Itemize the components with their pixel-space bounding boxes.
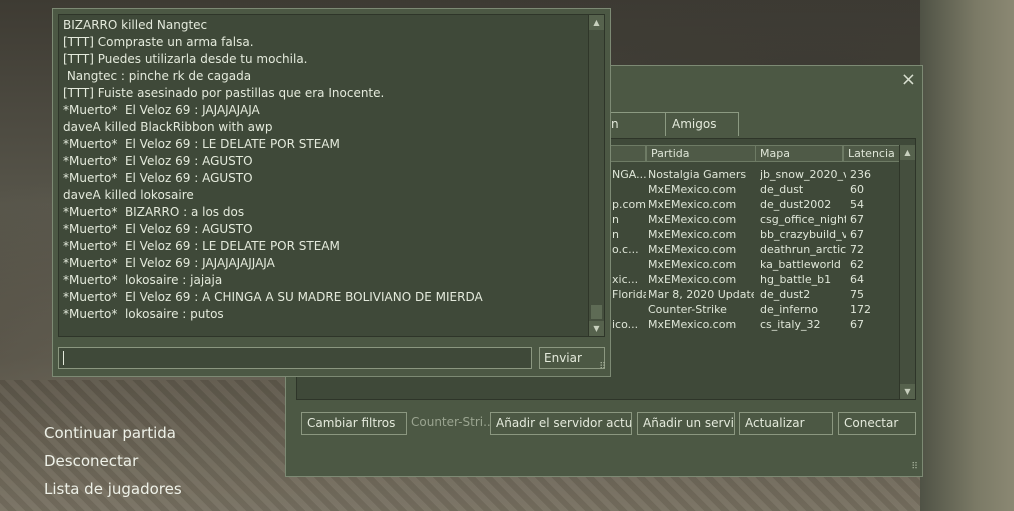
server-map: deathrun_arctic xyxy=(760,243,846,256)
chat-input[interactable] xyxy=(58,347,532,369)
add-server-button[interactable]: Añadir un servi... xyxy=(637,412,735,435)
server-map: csg_office_night xyxy=(760,213,846,226)
tab-friends[interactable]: Amigos xyxy=(665,112,739,136)
chat-line: *Muerto* El Veloz 69 : LE DELATE POR STE… xyxy=(63,137,340,151)
server-name: NGA... xyxy=(612,168,646,181)
chat-line: [TTT] Compraste un arma falsa. xyxy=(63,35,254,49)
column-header-game[interactable]: Partida xyxy=(646,145,756,162)
server-game: MxEMexico.com xyxy=(648,273,737,286)
chat-line: *Muerto* El Veloz 69 : JAJAJAJAJJAJA xyxy=(63,256,275,270)
send-button[interactable]: Enviar xyxy=(539,347,605,369)
server-latency: 172 xyxy=(850,303,871,316)
scroll-up-icon[interactable]: ▲ xyxy=(589,15,604,30)
server-name: p.com xyxy=(612,198,646,211)
server-game: Mar 8, 2020 Update xyxy=(648,288,754,301)
menu-continue-game[interactable]: Continuar partida xyxy=(44,424,176,442)
column-header-map[interactable]: Mapa xyxy=(755,145,843,162)
server-latency: 64 xyxy=(850,273,864,286)
server-latency: 72 xyxy=(850,243,864,256)
server-latency: 67 xyxy=(850,228,864,241)
refresh-button[interactable]: Actualizar xyxy=(739,412,833,435)
chat-line: *Muerto* El Veloz 69 : A CHINGA A SU MAD… xyxy=(63,290,483,304)
server-name: o.c... xyxy=(612,243,639,256)
scroll-down-icon[interactable]: ▼ xyxy=(589,321,604,336)
server-game: MxEMexico.com xyxy=(648,198,737,211)
server-game: MxEMexico.com xyxy=(648,213,737,226)
scroll-down-icon[interactable]: ▼ xyxy=(900,384,915,399)
column-header-latency[interactable]: Latencia xyxy=(843,145,901,162)
add-current-server-button[interactable]: Añadir el servidor actual xyxy=(490,412,632,435)
server-name: ico... xyxy=(612,318,639,331)
chat-line: Nangtec : pinche rk de cagada xyxy=(63,69,252,83)
chat-line: *Muerto* El Veloz 69 : AGUSTO xyxy=(63,171,253,185)
menu-player-list[interactable]: Lista de jugadores xyxy=(44,480,182,498)
scroll-thumb[interactable] xyxy=(591,305,602,319)
tab-partial[interactable]: n xyxy=(604,112,666,136)
chat-line: *Muerto* lokosaire : jajaja xyxy=(63,273,223,287)
chat-line: *Muerto* El Veloz 69 : AGUSTO xyxy=(63,222,253,236)
server-map: cs_italy_32 xyxy=(760,318,821,331)
server-name: n xyxy=(612,213,619,226)
server-map: hg_battle_b1 xyxy=(760,273,832,286)
server-game: MxEMexico.com xyxy=(648,243,737,256)
server-game: MxEMexico.com xyxy=(648,258,737,271)
change-filters-button[interactable]: Cambiar filtros xyxy=(301,412,407,435)
server-latency: 75 xyxy=(850,288,864,301)
column-header-name[interactable] xyxy=(610,145,646,162)
chat-line: [TTT] Fuiste asesinado por pastillas que… xyxy=(63,86,385,100)
chat-scrollbar[interactable]: ▲ ▼ xyxy=(588,15,604,336)
server-latency: 67 xyxy=(850,318,864,331)
chat-line: *Muerto* El Veloz 69 : AGUSTO xyxy=(63,154,253,168)
close-icon[interactable]: × xyxy=(901,71,916,89)
chat-window: BIZARRO killed Nangtec [TTT] Compraste un… xyxy=(52,8,611,377)
resize-grip-icon[interactable]: ⠿ xyxy=(911,462,918,472)
chat-line: *Muerto* El Veloz 69 : LE DELATE POR STE… xyxy=(63,239,340,253)
server-map: ka_battleworld xyxy=(760,258,841,271)
server-name: n xyxy=(612,228,619,241)
server-game: Counter-Strike xyxy=(648,303,727,316)
server-map: de_inferno xyxy=(760,303,818,316)
chat-messages: BIZARRO killed Nangtec [TTT] Compraste un… xyxy=(63,17,583,323)
text-caret xyxy=(63,351,64,365)
server-game: Nostalgia Gamers xyxy=(648,168,747,181)
connect-button[interactable]: Conectar xyxy=(838,412,916,435)
server-game: MxEMexico.com xyxy=(648,228,737,241)
server-map: de_dust2002 xyxy=(760,198,832,211)
server-latency: 60 xyxy=(850,183,864,196)
resize-grip-icon[interactable]: ⠿ xyxy=(599,362,606,372)
chat-line: daveA killed lokosaire xyxy=(63,188,194,202)
server-list-scrollbar[interactable]: ▲ ▼ xyxy=(899,145,915,399)
server-name: Florida xyxy=(612,288,646,301)
server-latency: 62 xyxy=(850,258,864,271)
server-map: jb_snow_2020_v5 xyxy=(760,168,846,181)
server-map: de_dust xyxy=(760,183,804,196)
chat-log: BIZARRO killed Nangtec [TTT] Compraste un… xyxy=(58,14,605,337)
game-filter-label: Counter-Stri... xyxy=(411,415,491,429)
server-latency: 54 xyxy=(850,198,864,211)
server-game: MxEMexico.com xyxy=(648,318,737,331)
chat-line: *Muerto* El Veloz 69 : JAJAJAJAJA xyxy=(63,103,260,117)
server-name: xic... xyxy=(612,273,639,286)
chat-line: *Muerto* lokosaire : putos xyxy=(63,307,224,321)
scroll-up-icon[interactable]: ▲ xyxy=(900,145,915,160)
server-latency: 236 xyxy=(850,168,871,181)
chat-line: [TTT] Puedes utilizarla desde tu mochila… xyxy=(63,52,308,66)
server-latency: 67 xyxy=(850,213,864,226)
chat-line: BIZARRO killed Nangtec xyxy=(63,18,208,32)
menu-disconnect[interactable]: Desconectar xyxy=(44,452,138,470)
server-game: MxEMexico.com xyxy=(648,183,737,196)
chat-line: *Muerto* BIZARRO : a los dos xyxy=(63,205,245,219)
server-map: bb_crazybuild_v2 xyxy=(760,228,846,241)
server-map: de_dust2 xyxy=(760,288,811,301)
background-wall xyxy=(920,0,1014,511)
chat-line: daveA killed BlackRibbon with awp xyxy=(63,120,273,134)
